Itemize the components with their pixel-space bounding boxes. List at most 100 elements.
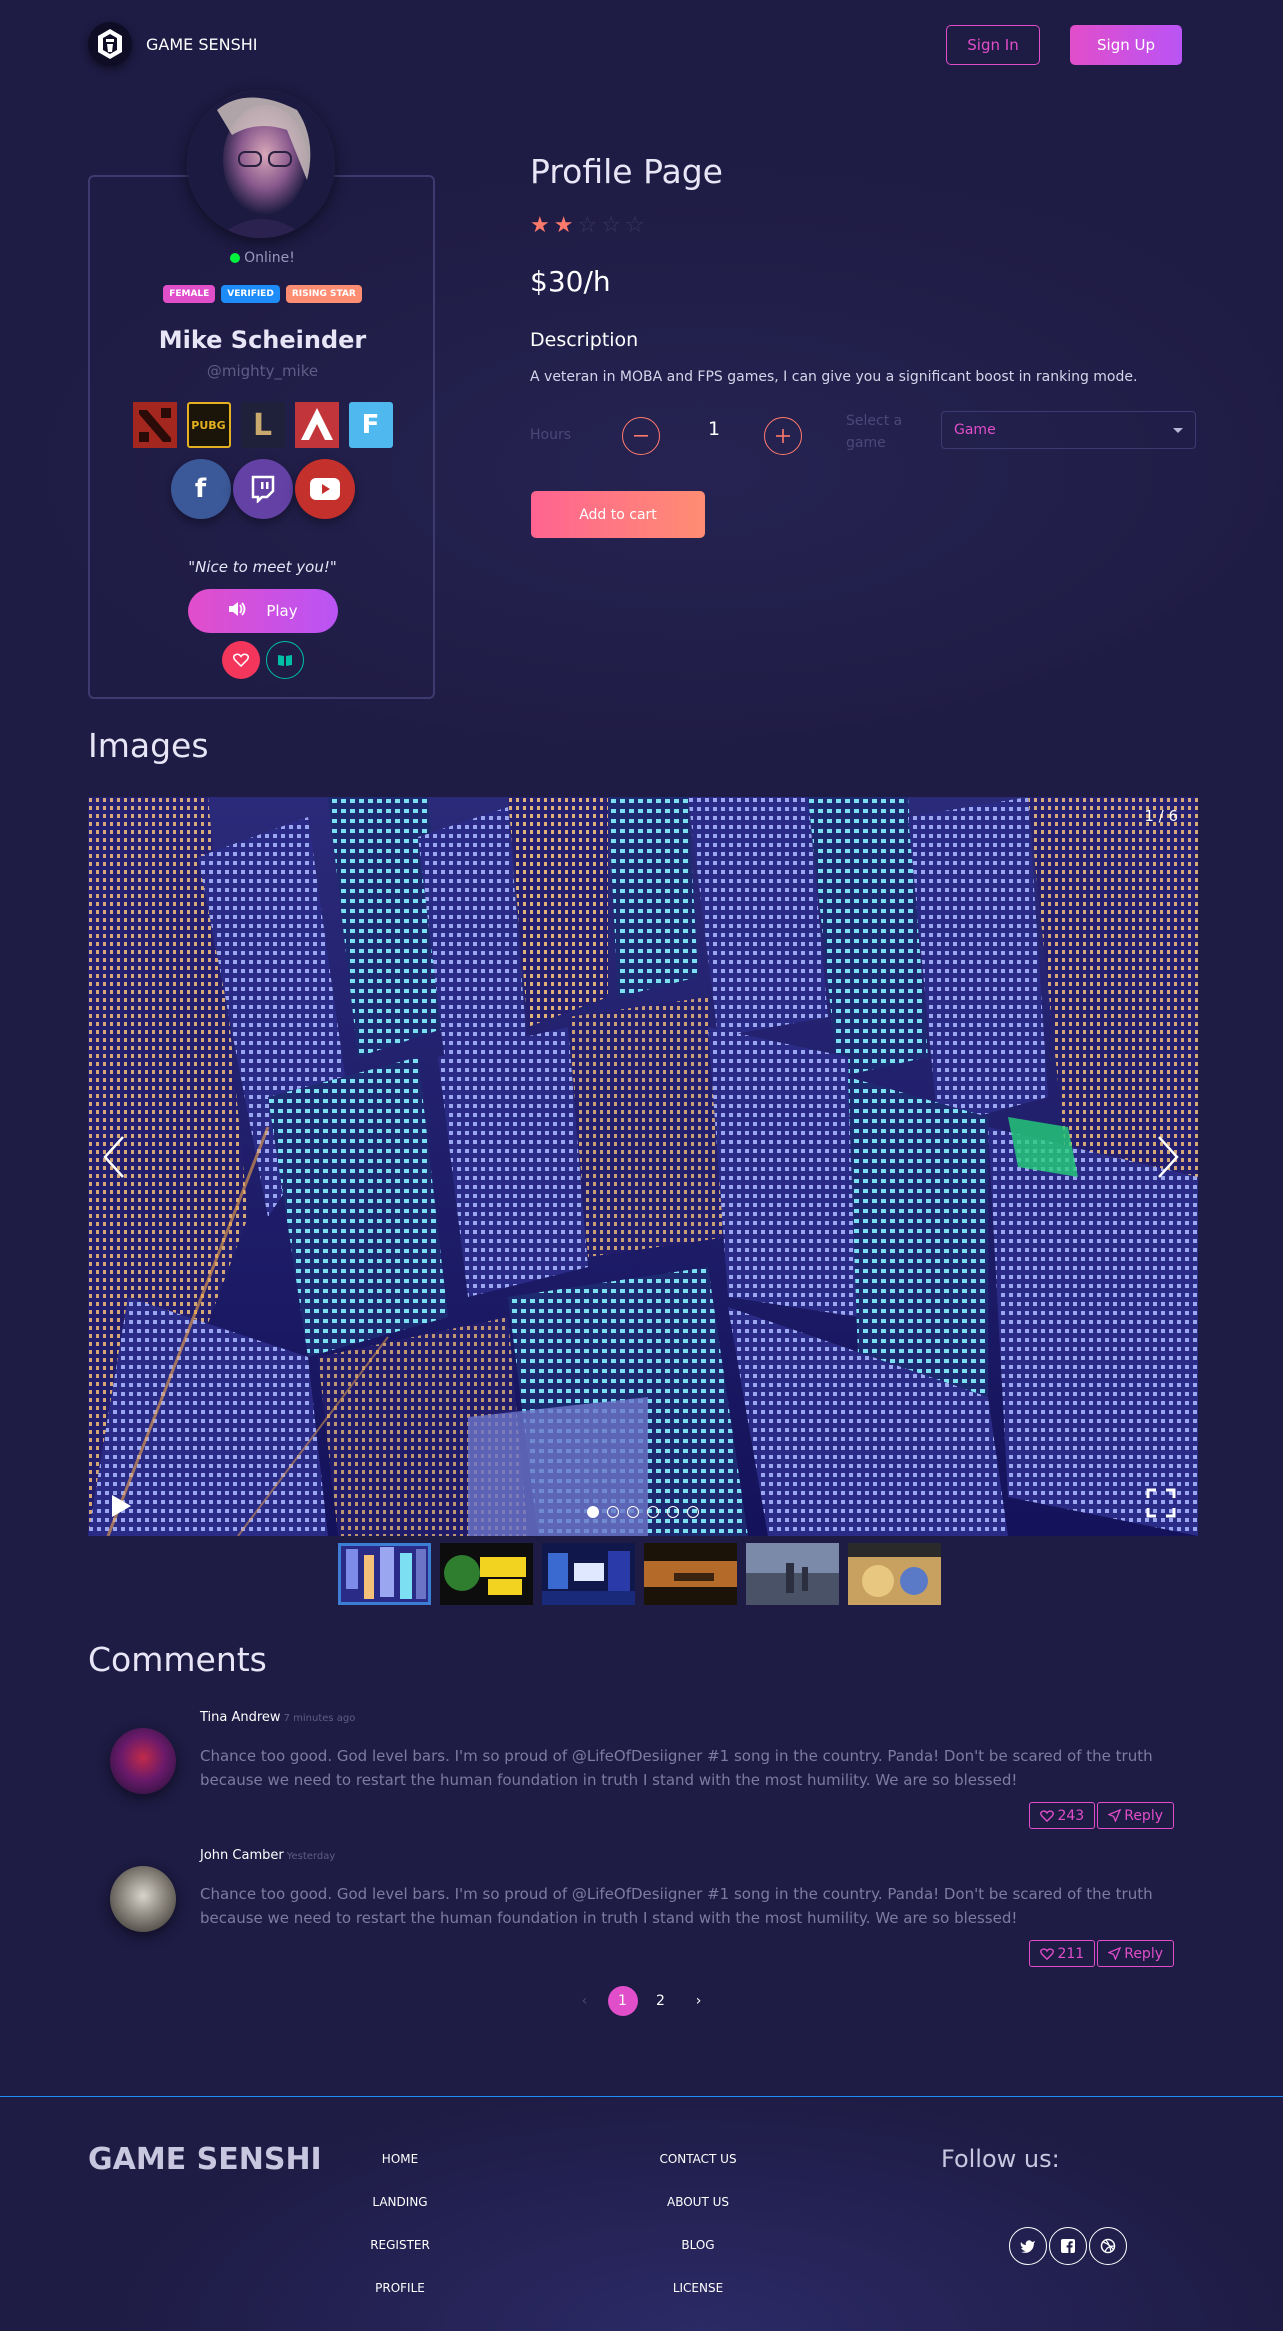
brand-link[interactable]: GAME SENSHI [88, 22, 257, 66]
rating-stars: ★ ★ ☆ ☆ ☆ [530, 213, 645, 238]
previous-image-button[interactable] [94, 1127, 134, 1187]
profile-badges: FEMALE VERIFIED RISING STAR [0, 285, 525, 303]
book-button[interactable] [265, 641, 304, 679]
send-icon [1108, 1809, 1122, 1822]
minus-icon [634, 435, 648, 437]
comment-actions: 243 Reply [1029, 1802, 1174, 1829]
sign-in-button[interactable]: Sign In [946, 25, 1040, 65]
thumbnail-desert-game[interactable] [644, 1543, 737, 1605]
page-title: Profile Page [530, 152, 723, 191]
fortnite-icon[interactable]: F [348, 402, 393, 448]
footer-socials [1009, 2227, 1127, 2265]
like-count: 243 [1057, 1807, 1085, 1824]
twitter-icon[interactable] [1009, 2227, 1047, 2265]
league-of-legends-icon[interactable]: L [240, 402, 285, 448]
games-list: PUBG L F [0, 402, 525, 448]
pagination-next[interactable]: › [684, 1986, 714, 2016]
profile-actions [0, 641, 525, 679]
online-status: Online! [0, 250, 525, 266]
decrease-hours-button[interactable] [622, 417, 660, 455]
pagination-page-1[interactable]: 1 [607, 1986, 638, 2016]
increase-hours-button[interactable] [764, 417, 802, 455]
description-text: A veteran in MOBA and FPS games, I can g… [530, 369, 1138, 385]
star-filled-icon[interactable]: ★ [554, 213, 574, 238]
gallery-dot[interactable] [587, 1506, 599, 1518]
commenter-name: John Camber Yesterday [200, 1848, 335, 1863]
reply-button[interactable]: Reply [1097, 1802, 1174, 1829]
game-select-value: Game [954, 422, 996, 438]
like-count: 211 [1057, 1945, 1085, 1962]
footer-link-license[interactable]: LICENSE [638, 2281, 758, 2295]
footer-link-contact[interactable]: CONTACT US [638, 2152, 758, 2166]
gallery-dot[interactable] [667, 1506, 679, 1518]
fullscreen-button[interactable] [1146, 1488, 1176, 1522]
gallery-dot[interactable] [627, 1506, 639, 1518]
comment-item: John Camber Yesterday Chance too good. Go… [110, 1848, 1174, 1974]
star-empty-icon[interactable]: ☆ [577, 213, 597, 238]
footer-link-about[interactable]: ABOUT US [638, 2195, 758, 2209]
hours-quantity[interactable]: 1 [690, 418, 738, 440]
thumbnail-wtf-moments[interactable] [440, 1543, 533, 1605]
select-game-label: Select a game [846, 413, 903, 451]
comments-heading: Comments [88, 1640, 267, 1679]
dribbble-icon[interactable] [1089, 2227, 1127, 2265]
facebook-square-icon[interactable] [1049, 2227, 1087, 2265]
apex-legends-icon[interactable] [294, 402, 339, 448]
game-select[interactable]: Game [941, 411, 1196, 449]
star-empty-icon[interactable]: ☆ [625, 213, 645, 238]
footer-link-blog[interactable]: BLOG [638, 2238, 758, 2252]
commenter-avatar [110, 1728, 176, 1794]
pubg-icon[interactable]: PUBG [186, 402, 231, 448]
twitch-icon[interactable] [232, 459, 293, 519]
footer-brand[interactable]: GAME SENSHI [88, 2142, 322, 2177]
next-image-button[interactable] [1148, 1127, 1188, 1187]
youtube-icon[interactable] [294, 459, 355, 519]
star-empty-icon[interactable]: ☆ [601, 213, 621, 238]
price: $30/h [530, 265, 611, 298]
gallery-dot[interactable] [607, 1506, 619, 1518]
speaker-icon [228, 601, 246, 621]
image-gallery[interactable]: 1 / 6 [88, 797, 1198, 1536]
chevron-down-icon [1173, 427, 1183, 433]
footer-link-landing[interactable]: LANDING [340, 2195, 460, 2209]
star-filled-icon[interactable]: ★ [530, 213, 550, 238]
gallery-dot[interactable] [647, 1506, 659, 1518]
thumbnail-neon-street[interactable] [542, 1543, 635, 1605]
fullscreen-icon [1146, 1488, 1176, 1518]
send-icon [1108, 1947, 1122, 1960]
comment-text: Chance too good. God level bars. I'm so … [200, 1885, 1153, 1927]
like-button[interactable]: 243 [1029, 1802, 1096, 1829]
play-voice-button[interactable]: Play [188, 589, 338, 633]
follow-us-heading: Follow us: [941, 2145, 1060, 2173]
commenter-name-text: Tina Andrew [200, 1710, 281, 1725]
facebook-icon[interactable]: f [170, 459, 231, 519]
sign-up-button[interactable]: Sign Up [1070, 25, 1182, 65]
pagination-prev[interactable]: ‹ [570, 1986, 600, 2016]
commenter-avatar [110, 1866, 176, 1932]
comment-actions: 211 Reply [1029, 1940, 1174, 1967]
footer-link-home[interactable]: HOME [340, 2152, 460, 2166]
comment-item: Tina Andrew 7 minutes ago Chance too good… [110, 1710, 1174, 1836]
reply-button[interactable]: Reply [1097, 1940, 1174, 1967]
comment-time: Yesterday [286, 1851, 336, 1862]
thumbnail-dizzy-apex[interactable] [848, 1543, 941, 1605]
pagination-page-2[interactable]: 2 [646, 1986, 676, 2016]
footer-link-profile[interactable]: PROFILE [340, 2281, 460, 2295]
like-button[interactable]: 211 [1029, 1940, 1096, 1967]
dota2-icon[interactable] [132, 402, 177, 448]
play-label: Play [266, 602, 298, 620]
commenter-name-text: John Camber [200, 1848, 284, 1863]
thumbnail-city[interactable] [338, 1543, 431, 1605]
add-to-cart-button[interactable]: Add to cart [531, 491, 705, 538]
favorite-button[interactable] [221, 641, 260, 679]
gallery-dot[interactable] [687, 1506, 699, 1518]
footer: GAME SENSHI HOME LANDING REGISTER PROFIL… [0, 2096, 1283, 2331]
profile-username: @mighty_mike [206, 362, 319, 380]
badge-rising-star: RISING STAR [285, 285, 362, 303]
badge-female: FEMALE [163, 285, 216, 303]
social-links: f [0, 459, 525, 519]
footer-link-register[interactable]: REGISTER [340, 2238, 460, 2252]
thumbnail-bridge[interactable] [746, 1543, 839, 1605]
heart-icon [1040, 1947, 1055, 1960]
reply-label: Reply [1124, 1945, 1163, 1962]
